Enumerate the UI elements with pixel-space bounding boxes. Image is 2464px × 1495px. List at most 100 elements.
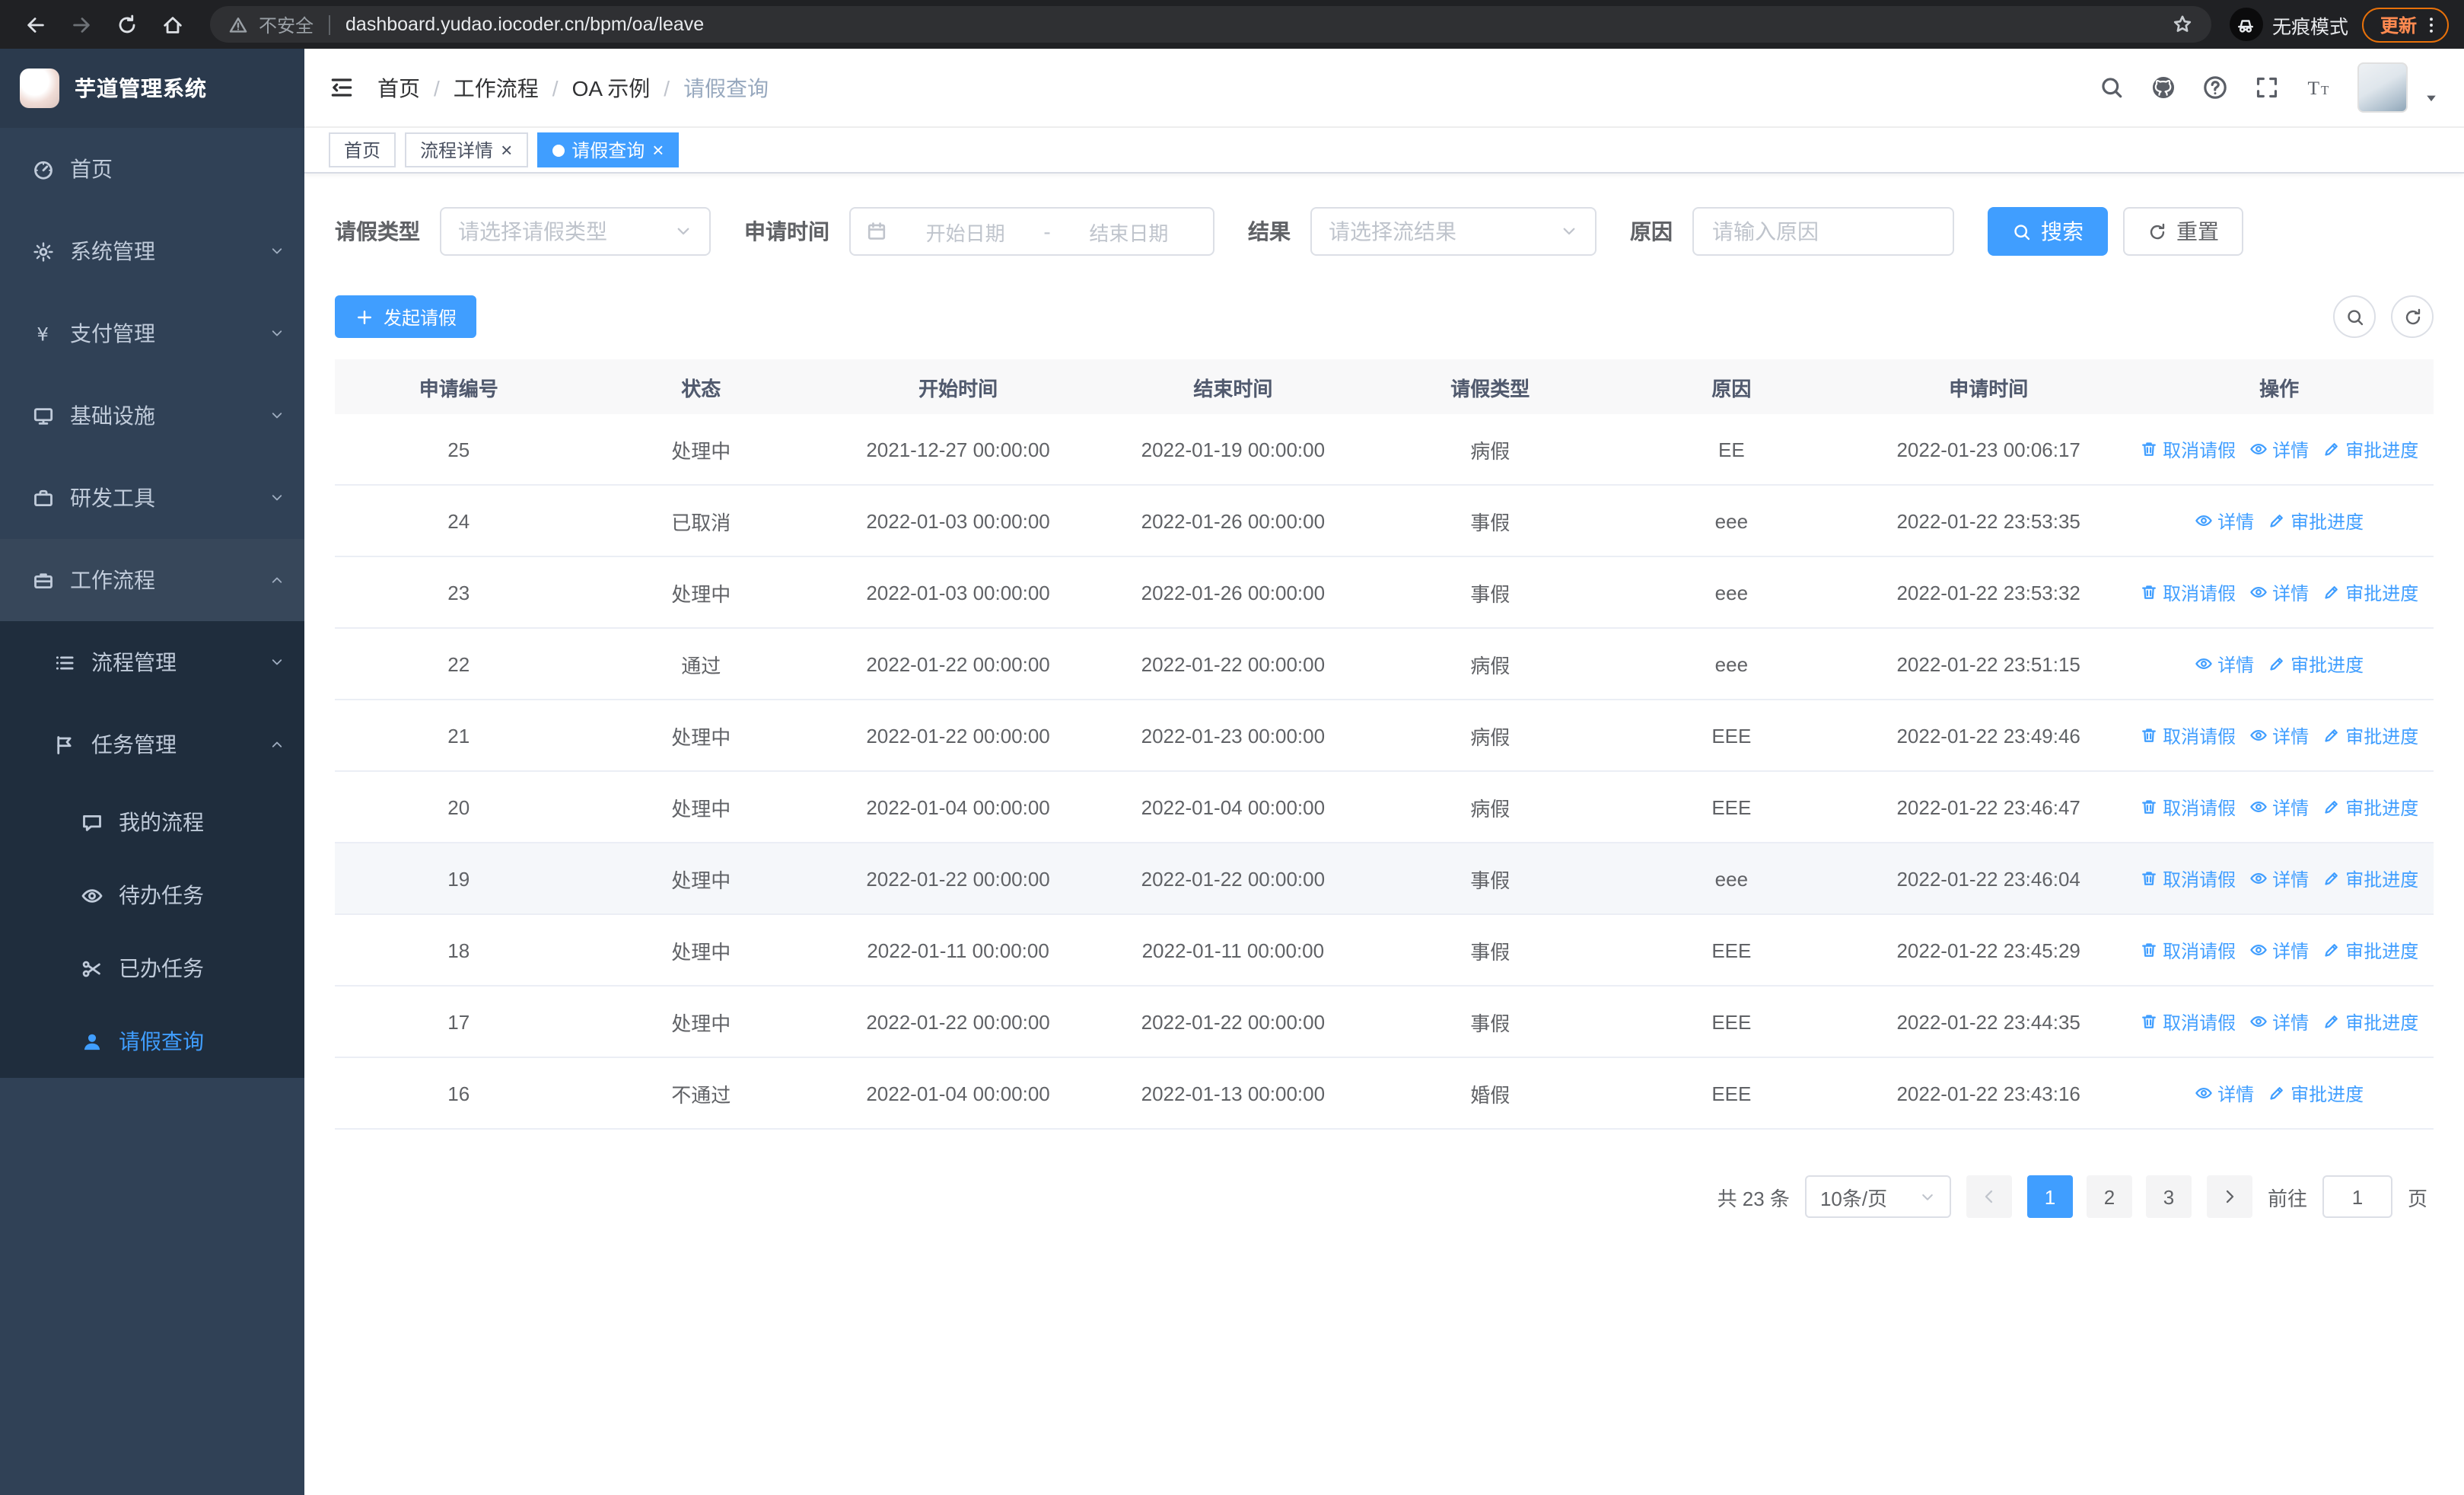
eye-icon bbox=[2249, 726, 2268, 744]
browser-home-icon[interactable] bbox=[152, 5, 192, 44]
sidebar-item-系统管理[interactable]: 系统管理 bbox=[0, 210, 304, 292]
refresh-table-button[interactable] bbox=[2391, 295, 2434, 338]
app-logo[interactable]: 芋道管理系统 bbox=[0, 49, 304, 128]
sidebar-item-待办任务[interactable]: 待办任务 bbox=[0, 859, 304, 932]
cell-reason: EEE bbox=[1711, 724, 1752, 747]
result-select[interactable]: 请选择流结果 bbox=[1310, 207, 1597, 256]
sidebar-item-支付管理[interactable]: ¥ 支付管理 bbox=[0, 292, 304, 375]
search-button[interactable]: 搜索 bbox=[1988, 207, 2108, 256]
approval-progress-link[interactable]: 审批进度 bbox=[2268, 508, 2364, 534]
column-header: 申请时间 bbox=[1949, 377, 2029, 400]
font-size-icon[interactable]: TT bbox=[2306, 75, 2332, 100]
url-text: dashboard.yudao.iocoder.cn/bpm/oa/leave bbox=[345, 14, 705, 35]
flag-icon bbox=[52, 733, 78, 756]
sidebar-item-首页[interactable]: 首页 bbox=[0, 128, 304, 210]
detail-link[interactable]: 详情 bbox=[2249, 794, 2309, 820]
bookmark-star-icon[interactable] bbox=[2172, 14, 2193, 35]
browser-menu-icon[interactable] bbox=[2421, 14, 2441, 34]
table-toolbar: 发起请假 bbox=[335, 295, 2434, 338]
cancel-leave-link[interactable]: 取消请假 bbox=[2140, 579, 2236, 605]
cancel-leave-link[interactable]: 取消请假 bbox=[2140, 865, 2236, 891]
cell-start: 2022-01-04 00:00:00 bbox=[866, 795, 1050, 818]
page-list: 123 bbox=[2026, 1175, 2192, 1218]
reset-button[interactable]: 重置 bbox=[2123, 207, 2243, 256]
sidebar-item-工作流程[interactable]: 工作流程 bbox=[0, 539, 304, 621]
prev-page-button[interactable] bbox=[1966, 1175, 2012, 1218]
approval-progress-link[interactable]: 审批进度 bbox=[2268, 651, 2364, 677]
detail-link[interactable]: 详情 bbox=[2249, 1009, 2309, 1034]
close-tab-icon[interactable]: × bbox=[501, 140, 512, 160]
avatar-caret-icon[interactable] bbox=[2423, 90, 2440, 113]
goto-page-input[interactable] bbox=[2322, 1175, 2392, 1218]
approval-progress-link[interactable]: 审批进度 bbox=[2268, 1080, 2364, 1106]
browser-back-icon[interactable] bbox=[15, 5, 55, 44]
sidebar-item-请假查询[interactable]: 请假查询 bbox=[0, 1005, 304, 1078]
cancel-leave-link[interactable]: 取消请假 bbox=[2140, 722, 2236, 748]
tab-流程详情[interactable]: 流程详情 × bbox=[405, 132, 528, 167]
table-row: 19 处理中 2022-01-22 00:00:00 2022-01-22 00:00… bbox=[335, 843, 2434, 915]
page-number-1[interactable]: 1 bbox=[2026, 1175, 2073, 1218]
detail-link[interactable]: 详情 bbox=[2249, 579, 2309, 605]
tab-label: 请假查询 bbox=[571, 140, 645, 161]
detail-link[interactable]: 详情 bbox=[2249, 937, 2309, 963]
cancel-leave-link[interactable]: 取消请假 bbox=[2140, 436, 2236, 462]
detail-link[interactable]: 详情 bbox=[2249, 722, 2309, 748]
cancel-leave-link[interactable]: 取消请假 bbox=[2140, 1009, 2236, 1034]
fullscreen-icon[interactable] bbox=[2254, 75, 2280, 100]
browser-update-button[interactable]: 更新 bbox=[2361, 7, 2449, 42]
approval-progress-link[interactable]: 审批进度 bbox=[2322, 722, 2418, 748]
result-placeholder: 请选择流结果 bbox=[1329, 219, 1456, 244]
detail-link[interactable]: 详情 bbox=[2249, 865, 2309, 891]
breadcrumb-item[interactable]: 首页 bbox=[377, 72, 420, 103]
approval-progress-link[interactable]: 审批进度 bbox=[2322, 865, 2418, 891]
approval-progress-link[interactable]: 审批进度 bbox=[2322, 794, 2418, 820]
browser-reload-icon[interactable] bbox=[107, 5, 146, 44]
breadcrumb-item[interactable]: OA 示例 bbox=[572, 72, 651, 103]
user-icon bbox=[79, 1030, 105, 1053]
cancel-leave-link[interactable]: 取消请假 bbox=[2140, 937, 2236, 963]
close-tab-icon[interactable]: × bbox=[652, 140, 664, 160]
cancel-leave-link[interactable]: 取消请假 bbox=[2140, 794, 2236, 820]
page-size-select[interactable]: 10条/页 bbox=[1804, 1175, 1951, 1218]
sidebar-item-我的流程[interactable]: 我的流程 bbox=[0, 786, 304, 859]
approval-progress-link[interactable]: 审批进度 bbox=[2322, 1009, 2418, 1034]
tab-首页[interactable]: 首页 bbox=[329, 132, 396, 167]
sidebar-toggle-icon[interactable] bbox=[329, 75, 355, 100]
help-icon[interactable] bbox=[2202, 75, 2228, 100]
search-icon[interactable] bbox=[2099, 75, 2125, 100]
approval-progress-link[interactable]: 审批进度 bbox=[2322, 436, 2418, 462]
toggle-search-button[interactable] bbox=[2333, 295, 2376, 338]
browser-forward-icon[interactable] bbox=[61, 5, 100, 44]
next-page-button[interactable] bbox=[2206, 1175, 2252, 1218]
table-row: 18 处理中 2022-01-11 00:00:00 2022-01-11 00:00… bbox=[335, 915, 2434, 987]
total-count: 共 23 条 bbox=[1717, 1187, 1790, 1210]
sidebar-item-已办任务[interactable]: 已办任务 bbox=[0, 932, 304, 1005]
detail-link[interactable]: 详情 bbox=[2195, 1080, 2254, 1106]
detail-link[interactable]: 详情 bbox=[2195, 651, 2254, 677]
reason-input[interactable] bbox=[1692, 207, 1954, 256]
breadcrumb-item[interactable]: 工作流程 bbox=[454, 72, 539, 103]
page-size-value: 10条/页 bbox=[1819, 1187, 1888, 1210]
column-header: 操作 bbox=[2259, 377, 2300, 400]
sidebar-item-任务管理[interactable]: 任务管理 bbox=[0, 703, 304, 786]
approval-progress-link[interactable]: 审批进度 bbox=[2322, 937, 2418, 963]
reason-label: 原因 bbox=[1630, 219, 1673, 244]
avatar[interactable] bbox=[2357, 62, 2408, 113]
create-leave-button[interactable]: 发起请假 bbox=[335, 295, 477, 338]
detail-link[interactable]: 详情 bbox=[2249, 436, 2309, 462]
sidebar-item-基础设施[interactable]: 基础设施 bbox=[0, 375, 304, 457]
cell-apply_time: 2022-01-22 23:44:35 bbox=[1896, 1010, 2080, 1033]
github-icon[interactable] bbox=[2150, 75, 2176, 100]
leave-type-select[interactable]: 请选择请假类型 bbox=[440, 207, 711, 256]
cell-id: 22 bbox=[447, 652, 470, 675]
apply-time-range-picker[interactable]: 开始日期 - 结束日期 bbox=[849, 207, 1214, 256]
detail-link[interactable]: 详情 bbox=[2195, 508, 2254, 534]
address-bar[interactable]: 不安全 dashboard.yudao.iocoder.cn/bpm/oa/le… bbox=[210, 6, 2211, 43]
page-number-2[interactable]: 2 bbox=[2086, 1175, 2132, 1218]
approval-progress-link[interactable]: 审批进度 bbox=[2322, 579, 2418, 605]
tab-请假查询[interactable]: 请假查询 × bbox=[536, 132, 680, 167]
chevron-down-icon bbox=[269, 655, 285, 670]
page-number-3[interactable]: 3 bbox=[2145, 1175, 2192, 1218]
sidebar-item-研发工具[interactable]: 研发工具 bbox=[0, 457, 304, 539]
sidebar-item-流程管理[interactable]: 流程管理 bbox=[0, 621, 304, 703]
